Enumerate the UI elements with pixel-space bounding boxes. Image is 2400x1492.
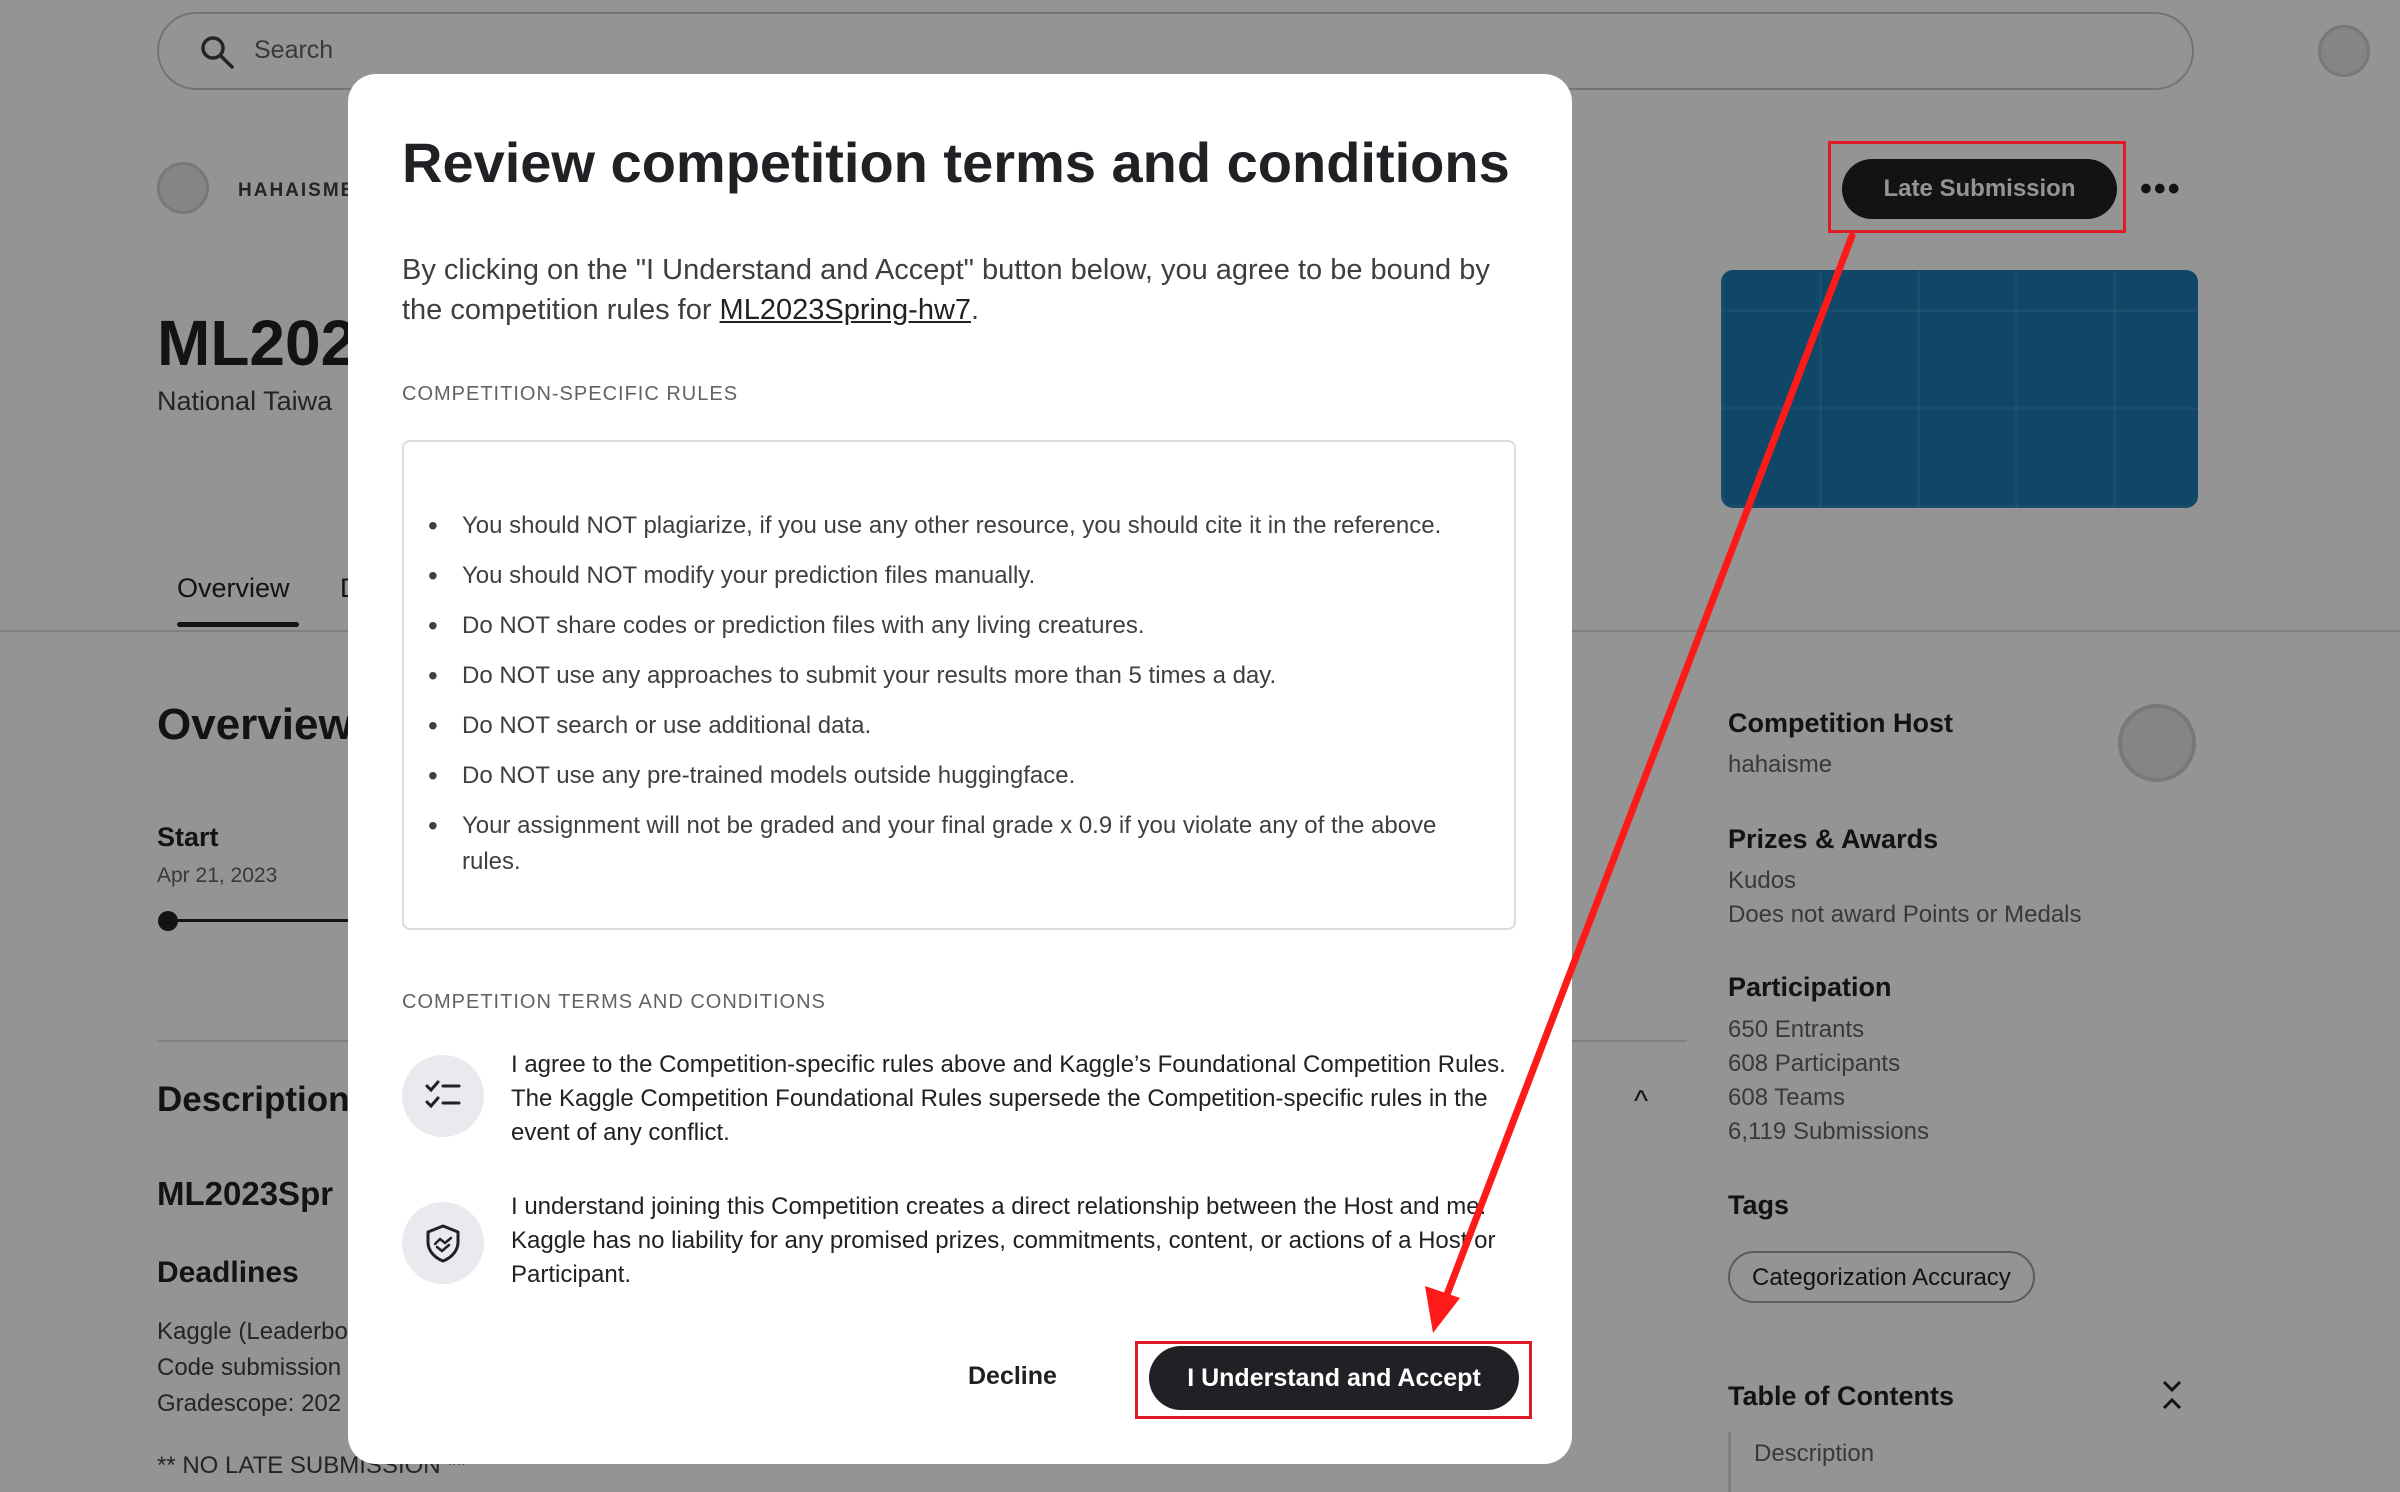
annotation-arrow (1425, 232, 1856, 1333)
